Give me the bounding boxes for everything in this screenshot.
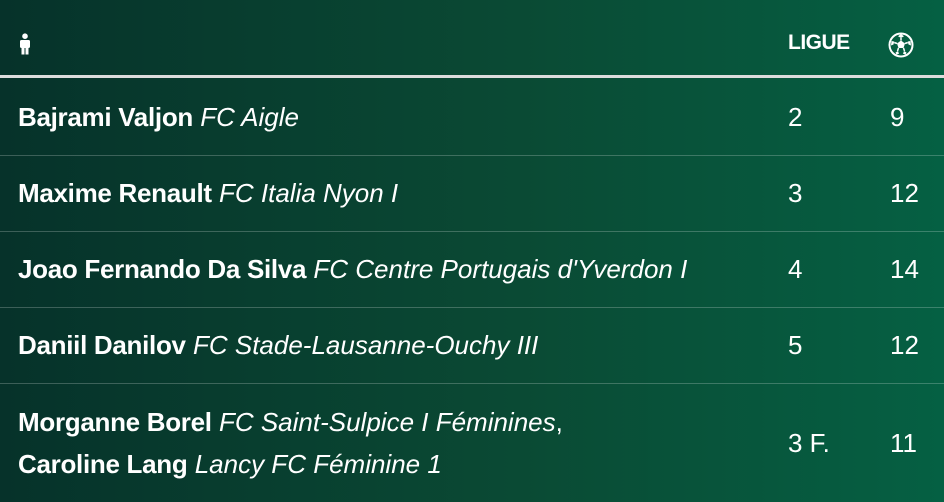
player-cell: Bajrami Valjon FC Aigle bbox=[18, 96, 299, 138]
player-name: Daniil Danilov bbox=[18, 330, 186, 360]
club-name: FC Aigle bbox=[200, 102, 299, 132]
player-cell: Caroline Lang Lancy FC Féminine 1 bbox=[18, 443, 442, 485]
ligue-value: 4 bbox=[788, 254, 803, 284]
club-name: FC Saint-Sulpice I Féminines bbox=[218, 407, 556, 437]
player-name: Caroline Lang bbox=[18, 449, 188, 479]
goals-value: 12 bbox=[890, 330, 919, 360]
table-row: Morganne Borel FC Saint-Sulpice I Fémini… bbox=[0, 384, 944, 502]
goals-value: 12 bbox=[890, 178, 919, 208]
table-row: Joao Fernando Da Silva FC Centre Portuga… bbox=[0, 232, 944, 308]
player-name: Morganne Borel bbox=[18, 407, 212, 437]
ligue-value: 5 bbox=[788, 330, 803, 360]
player-name: Joao Fernando Da Silva bbox=[18, 254, 307, 284]
soccer-ball-icon[interactable] bbox=[888, 32, 914, 58]
column-header-ligue[interactable]: LIGUE bbox=[788, 31, 850, 55]
goals-value: 14 bbox=[890, 254, 919, 284]
player-name: Bajrami Valjon bbox=[18, 102, 193, 132]
club-name: FC Stade-Lausanne-Ouchy III bbox=[192, 330, 539, 360]
player-cell: Joao Fernando Da Silva FC Centre Portuga… bbox=[18, 248, 687, 290]
table-row: Maxime Renault FC Italia Nyon I 3 12 bbox=[0, 156, 944, 232]
ligue-value: 3 bbox=[788, 178, 803, 208]
player-name: Maxime Renault bbox=[18, 178, 212, 208]
table-row: Daniil Danilov FC Stade-Lausanne-Ouchy I… bbox=[0, 308, 944, 384]
club-name: FC Italia Nyon I bbox=[218, 178, 399, 208]
table-row: Bajrami Valjon FC Aigle 2 9 bbox=[0, 78, 944, 156]
goals-value: 11 bbox=[890, 428, 917, 458]
club-name: FC Centre Portugais d'Yverdon I bbox=[313, 254, 688, 284]
club-name: Lancy FC Féminine 1 bbox=[194, 449, 442, 479]
ligue-value: 2 bbox=[788, 102, 803, 132]
player-cell: Morganne Borel FC Saint-Sulpice I Fémini… bbox=[18, 401, 563, 443]
player-cell: Maxime Renault FC Italia Nyon I bbox=[18, 172, 398, 214]
player-cell: Daniil Danilov FC Stade-Lausanne-Ouchy I… bbox=[18, 324, 538, 366]
goals-value: 9 bbox=[890, 102, 905, 132]
separator: , bbox=[555, 407, 563, 437]
ligue-value: 3 F. bbox=[788, 428, 830, 458]
person-icon bbox=[20, 33, 30, 55]
table-header: LIGUE bbox=[0, 0, 944, 78]
